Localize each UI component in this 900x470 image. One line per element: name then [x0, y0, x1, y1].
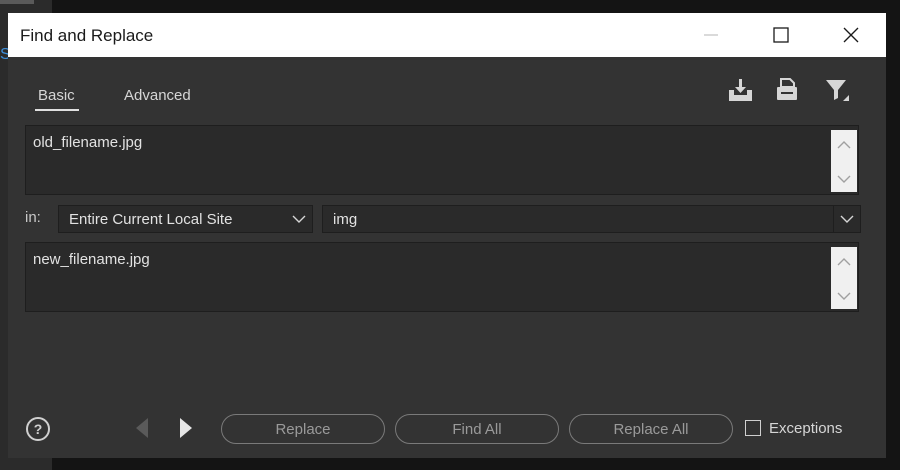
find-textarea[interactable]: old_filename.jpg	[25, 125, 859, 195]
close-icon	[843, 27, 859, 43]
find-replace-dialog: Find and Replace Basic Advanced old_file…	[8, 13, 886, 458]
load-search-icon	[777, 78, 797, 100]
filter-icon	[826, 80, 849, 101]
chevron-up-icon	[837, 258, 851, 266]
scope-select[interactable]: Entire Current Local Site	[58, 205, 313, 233]
scope-label: in:	[25, 209, 41, 226]
tab-basic[interactable]: Basic	[35, 87, 79, 111]
folder-selected-value: img	[333, 211, 358, 228]
find-value: old_filename.jpg	[33, 134, 143, 151]
chevron-down-icon	[837, 292, 851, 300]
dropdown-divider	[833, 206, 834, 232]
dialog-title: Find and Replace	[20, 26, 154, 45]
replace-value: new_filename.jpg	[33, 251, 150, 268]
folder-select[interactable]: img	[322, 205, 861, 233]
replace-button[interactable]: Replace	[221, 414, 385, 444]
find-scrollbar[interactable]	[831, 130, 857, 192]
tab-basic-label: Basic	[38, 87, 75, 104]
save-search-button[interactable]	[727, 77, 753, 103]
replace-scroll-down[interactable]	[831, 283, 857, 309]
background-tab	[0, 0, 34, 4]
minimize-icon	[704, 34, 718, 36]
tab-advanced[interactable]: Advanced	[124, 87, 191, 104]
chevron-down-icon	[292, 213, 306, 225]
chevron-down-icon	[837, 175, 851, 183]
replace-scrollbar[interactable]	[831, 247, 857, 309]
close-button[interactable]	[823, 13, 879, 57]
triangle-right-icon	[180, 418, 192, 438]
find-all-button[interactable]: Find All	[395, 414, 559, 444]
maximize-button[interactable]	[753, 13, 809, 57]
load-search-button[interactable]	[774, 77, 800, 103]
filter-button[interactable]	[824, 77, 850, 103]
save-search-icon	[729, 79, 752, 101]
previous-result-button[interactable]	[132, 415, 152, 441]
replace-all-button[interactable]: Replace All	[569, 414, 733, 444]
scope-selected-value: Entire Current Local Site	[69, 211, 233, 228]
minimize-button[interactable]	[683, 13, 739, 57]
next-result-button[interactable]	[176, 415, 196, 441]
find-scroll-down[interactable]	[831, 166, 857, 192]
help-icon: ?	[33, 421, 43, 437]
replace-scroll-up[interactable]	[831, 249, 857, 275]
active-tab-indicator	[35, 109, 79, 111]
titlebar: Find and Replace	[8, 13, 886, 57]
replace-textarea[interactable]: new_filename.jpg	[25, 242, 859, 312]
triangle-left-icon	[136, 418, 148, 438]
chevron-up-icon	[837, 141, 851, 149]
maximize-icon	[773, 27, 789, 43]
find-scroll-up[interactable]	[831, 132, 857, 158]
exceptions-checkbox[interactable]	[745, 420, 761, 436]
tab-advanced-label: Advanced	[124, 87, 191, 104]
chevron-down-icon	[840, 213, 854, 225]
exceptions-label: Exceptions	[769, 420, 843, 437]
help-button[interactable]: ?	[26, 417, 50, 441]
